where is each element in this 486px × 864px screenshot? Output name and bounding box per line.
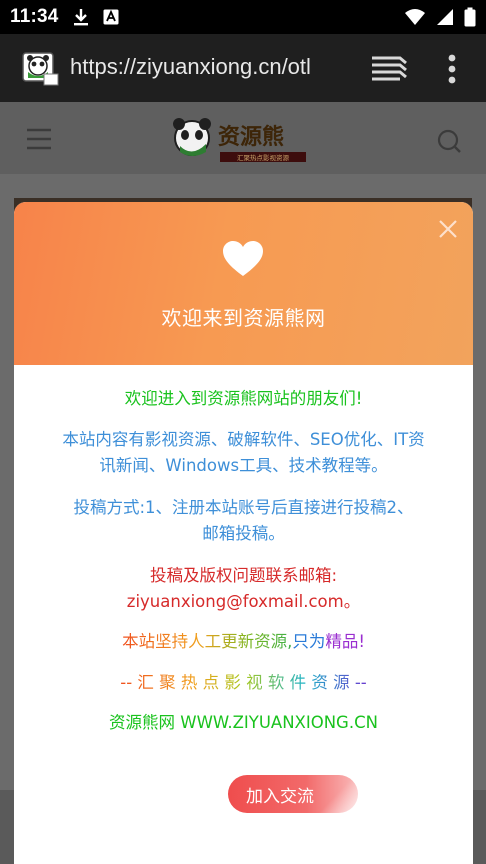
signal-icon: [437, 9, 453, 25]
browser-toolbar: https://ziyuanxiong.cn/otl: [0, 34, 486, 102]
contact-label: 投稿及版权问题联系邮箱:: [149, 566, 338, 585]
overflow-menu-icon[interactable]: [440, 52, 464, 86]
svg-text:资源熊: 资源熊: [218, 124, 284, 150]
status-bar: 11:34: [0, 0, 486, 34]
hamburger-menu-icon[interactable]: [26, 128, 52, 150]
slogan-part-3: 精品!: [325, 632, 365, 651]
slogan-line: 本站坚持人工更新资源,只为精品!: [32, 629, 455, 655]
contact-email[interactable]: ziyuanxiong@foxmail.com。: [32, 589, 455, 615]
status-time: 11:34: [10, 6, 59, 27]
url-bar[interactable]: https://ziyuanxiong.cn/otl: [70, 54, 348, 84]
site-logo[interactable]: 资源熊 汇聚热点影视资源: [172, 114, 312, 164]
modal-header: 欢迎来到资源熊网: [14, 202, 473, 365]
tagline-text: -- 汇 聚 热 点 影 视 软 件 资 源 --: [120, 673, 367, 692]
tagline: -- 汇 聚 热 点 影 视 软 件 资 源 --: [32, 670, 455, 696]
modal-title: 欢迎来到资源熊网: [161, 306, 326, 330]
site-header: 资源熊 汇聚热点影视资源: [0, 102, 486, 174]
search-icon[interactable]: [436, 128, 462, 154]
download-icon: [73, 9, 88, 26]
battery-icon: [464, 7, 476, 27]
slogan-part-2: 只为: [292, 632, 326, 651]
close-icon[interactable]: [437, 218, 459, 240]
submission-text-line-1: 投稿方式:1、注册本站账号后直接进行投稿2、: [73, 498, 414, 517]
join-group-button[interactable]: 加入交流: [228, 775, 358, 813]
submission-text-line-2: 邮箱投稿。: [202, 524, 285, 543]
welcome-text: 欢迎进入到资源熊网站的朋友们!: [124, 389, 363, 408]
site-favicon[interactable]: [22, 52, 60, 86]
heart-icon: [223, 241, 263, 276]
svg-text:汇聚热点影视资源: 汇聚热点影视资源: [237, 153, 290, 162]
site-url-line: 资源熊网 WWW.ZIYUANXIONG.CN: [109, 713, 378, 732]
content-text-line-1: 本站内容有影视资源、破解软件、SEO优化、IT资: [62, 430, 425, 449]
slogan-part-1: 本站坚持人工更新资源,: [122, 632, 293, 651]
text-app-icon: [103, 9, 119, 25]
wifi-icon: [405, 9, 425, 25]
tabs-icon[interactable]: [370, 54, 408, 84]
content-text-line-2: 讯新闻、Windows工具、技术教程等。: [99, 456, 388, 475]
welcome-modal: 欢迎来到资源熊网 欢迎进入到资源熊网站的朋友们! 本站内容有影视资源、破解软件、…: [14, 202, 473, 864]
